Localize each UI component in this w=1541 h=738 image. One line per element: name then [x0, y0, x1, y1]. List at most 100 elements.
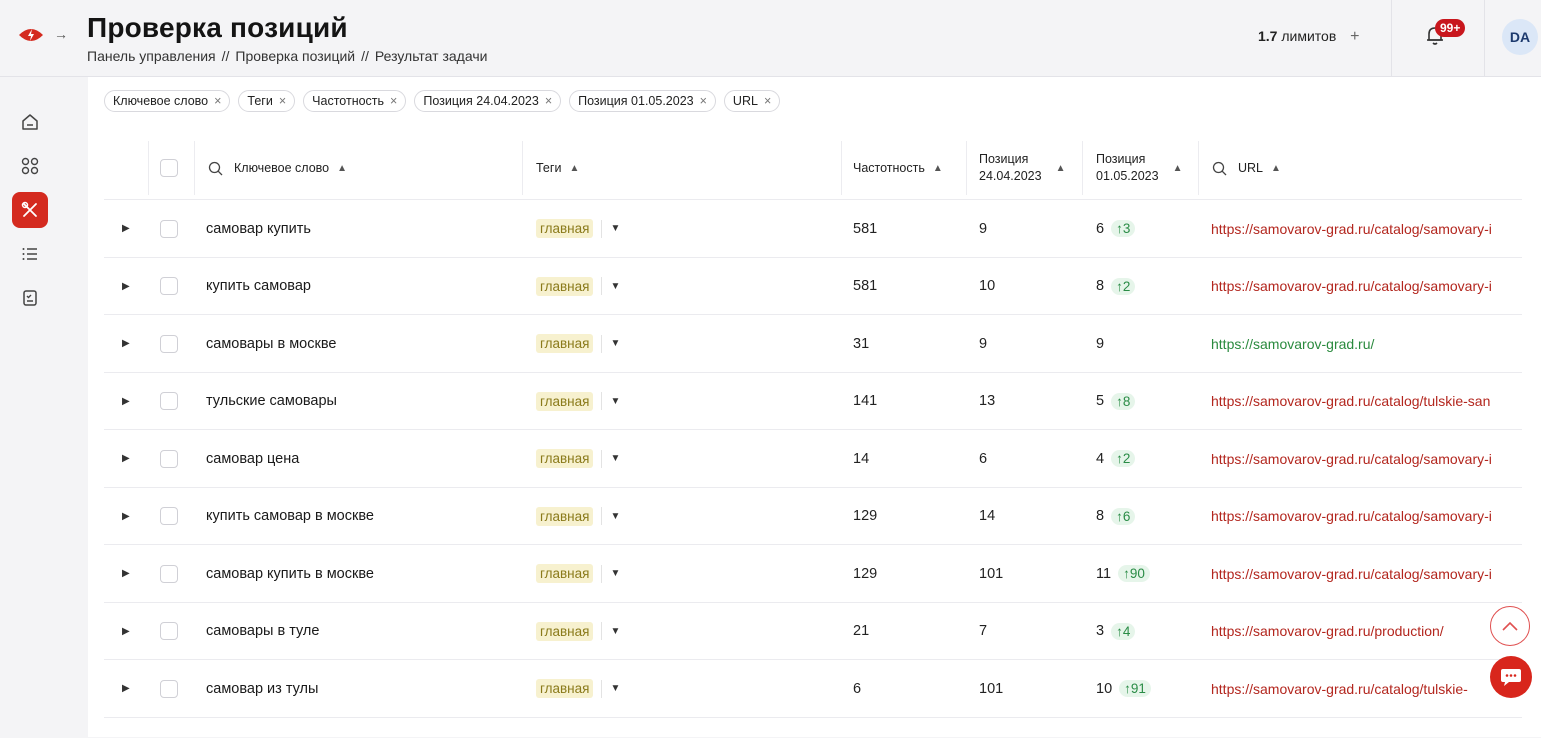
tag-badge[interactable]: главная	[536, 391, 594, 411]
expand-row-button[interactable]: ▶	[122, 315, 130, 372]
caret-right-icon[interactable]: ▶	[122, 626, 130, 637]
row-checkbox[interactable]	[160, 315, 178, 372]
row-checkbox[interactable]	[160, 545, 178, 602]
checkbox[interactable]	[160, 449, 178, 468]
avatar[interactable]: DA	[1502, 19, 1538, 55]
sort-asc-icon[interactable]: ▲	[337, 163, 347, 174]
table-row[interactable]: ▶ самовары в москве главная ▼ 31 9 9 https://sa…	[104, 314, 1522, 372]
caret-right-icon[interactable]: ▶	[122, 338, 130, 349]
breadcrumb-item[interactable]: Проверка позиций	[235, 48, 355, 64]
tag-dropdown-button[interactable]: ▼	[601, 277, 620, 295]
caret-down-icon[interactable]: ▼	[610, 568, 620, 579]
caret-down-icon[interactable]: ▼	[610, 223, 620, 234]
table-row[interactable]: ▶ самовар цена главная ▼ 14 6 4 ↑2 https://samov…	[104, 429, 1522, 487]
caret-right-icon[interactable]: ▶	[122, 568, 130, 579]
sidebar-item-tools[interactable]	[12, 192, 48, 228]
caret-right-icon[interactable]: ▶	[122, 223, 130, 234]
row-checkbox[interactable]	[160, 200, 178, 257]
caret-right-icon[interactable]: ▶	[122, 511, 130, 522]
caret-down-icon[interactable]: ▼	[610, 511, 620, 522]
caret-down-icon[interactable]: ▼	[610, 626, 620, 637]
url-link[interactable]: https://samovarov-grad.ru/catalog/samova…	[1211, 508, 1511, 524]
column-frequency[interactable]: Частотность ▲	[853, 137, 943, 199]
close-icon[interactable]: ×	[390, 94, 397, 108]
sort-asc-icon[interactable]: ▲	[1271, 163, 1281, 174]
sort-asc-icon[interactable]: ▲	[933, 163, 943, 174]
url-link[interactable]: https://samovarov-grad.ru/catalog/samova…	[1211, 221, 1511, 237]
table-row[interactable]: ▶ купить самовар в москве главная ▼ 129 14 8 ↑6…	[104, 486, 1522, 545]
add-limits-button[interactable]: +	[1350, 28, 1359, 45]
tag-badge[interactable]: главная	[536, 679, 594, 698]
logo-eye-icon[interactable]	[18, 25, 44, 45]
caret-right-icon[interactable]: ▶	[122, 683, 130, 694]
row-checkbox[interactable]	[160, 258, 178, 315]
column-url[interactable]: URL ▲	[1212, 137, 1281, 199]
search-icon[interactable]	[1212, 161, 1227, 176]
row-checkbox[interactable]	[160, 488, 178, 545]
checkbox[interactable]	[160, 622, 178, 640]
tag-dropdown-button[interactable]: ▼	[601, 507, 620, 525]
tag-badge[interactable]: главная	[536, 276, 594, 296]
caret-down-icon[interactable]: ▼	[610, 281, 620, 292]
close-icon[interactable]: ×	[214, 94, 221, 108]
tag-dropdown-button[interactable]: ▼	[601, 679, 620, 698]
close-icon[interactable]: ×	[279, 94, 286, 108]
tag-dropdown-button[interactable]: ▼	[601, 449, 620, 468]
row-checkbox[interactable]	[160, 603, 178, 660]
close-icon[interactable]: ×	[545, 94, 552, 108]
caret-down-icon[interactable]: ▼	[610, 683, 620, 694]
sort-asc-icon[interactable]: ▲	[1173, 163, 1183, 174]
expand-row-button[interactable]: ▶	[122, 373, 130, 430]
checkbox[interactable]	[160, 159, 178, 177]
scroll-to-top-button[interactable]	[1490, 606, 1530, 646]
sidebar-item-reports[interactable]	[12, 280, 48, 316]
filter-chip-frequency[interactable]: Частотность ×	[303, 90, 407, 112]
expand-row-button[interactable]: ▶	[122, 488, 130, 545]
checkbox[interactable]	[160, 277, 178, 295]
url-link[interactable]: https://samovarov-grad.ru/	[1211, 336, 1511, 352]
expand-row-button[interactable]: ▶	[122, 430, 130, 487]
url-link[interactable]: https://samovarov-grad.ru/catalog/tulski…	[1211, 393, 1511, 409]
caret-right-icon[interactable]: ▶	[122, 396, 130, 407]
sort-asc-icon[interactable]: ▲	[569, 163, 579, 174]
table-row[interactable]: ▶ тульские самовары главная ▼ 141 13 5 ↑8 https:…	[104, 371, 1522, 430]
sort-asc-icon[interactable]: ▲	[1056, 163, 1066, 174]
tag-dropdown-button[interactable]: ▼	[601, 334, 620, 353]
expand-row-button[interactable]: ▶	[122, 545, 130, 602]
tag-dropdown-button[interactable]: ▼	[601, 219, 620, 238]
tag-dropdown-button[interactable]: ▼	[601, 392, 620, 410]
checkbox[interactable]	[160, 564, 178, 583]
caret-down-icon[interactable]: ▼	[610, 453, 620, 464]
filter-chip-position-1[interactable]: Позиция 24.04.2023 ×	[414, 90, 562, 112]
checkbox[interactable]	[160, 219, 178, 238]
caret-down-icon[interactable]: ▼	[610, 396, 620, 407]
url-link[interactable]: https://samovarov-grad.ru/production/	[1211, 623, 1511, 639]
tag-badge[interactable]: главная	[536, 506, 594, 526]
table-row[interactable]: ▶ самовар из тулы главная ▼ 6 101 10 ↑91 https:/…	[104, 659, 1522, 717]
row-checkbox[interactable]	[160, 660, 178, 717]
row-checkbox[interactable]	[160, 373, 178, 430]
url-link[interactable]: https://samovarov-grad.ru/catalog/samova…	[1211, 566, 1511, 582]
sidebar-item-list[interactable]	[12, 236, 48, 272]
tag-badge[interactable]: главная	[536, 219, 594, 238]
checkbox[interactable]	[160, 679, 178, 698]
close-icon[interactable]: ×	[764, 94, 771, 108]
caret-right-icon[interactable]: ▶	[122, 281, 130, 292]
breadcrumb-item[interactable]: Панель управления	[87, 48, 216, 64]
select-all-checkbox[interactable]	[160, 137, 178, 199]
column-tags[interactable]: Теги ▲	[536, 137, 579, 199]
filter-chip-keyword[interactable]: Ключевое слово ×	[104, 90, 231, 112]
caret-right-icon[interactable]: ▶	[122, 453, 130, 464]
column-keyword[interactable]: Ключевое слово ▲	[208, 137, 347, 199]
checkbox[interactable]	[160, 392, 178, 410]
tag-badge[interactable]: главная	[536, 334, 594, 353]
filter-chip-tags[interactable]: Теги ×	[238, 90, 296, 112]
column-position-1[interactable]: Позиция 24.04.2023 ▲	[979, 137, 1065, 199]
chat-button[interactable]	[1490, 656, 1532, 698]
checkbox[interactable]	[160, 507, 178, 525]
search-icon[interactable]	[208, 161, 223, 176]
url-link[interactable]: https://samovarov-grad.ru/catalog/samova…	[1211, 278, 1511, 294]
close-icon[interactable]: ×	[700, 94, 707, 108]
table-row[interactable]: ▶ купить самовар главная ▼ 581 10 8 ↑2 https://s…	[104, 256, 1522, 315]
sidebar-item-home[interactable]	[12, 104, 48, 140]
